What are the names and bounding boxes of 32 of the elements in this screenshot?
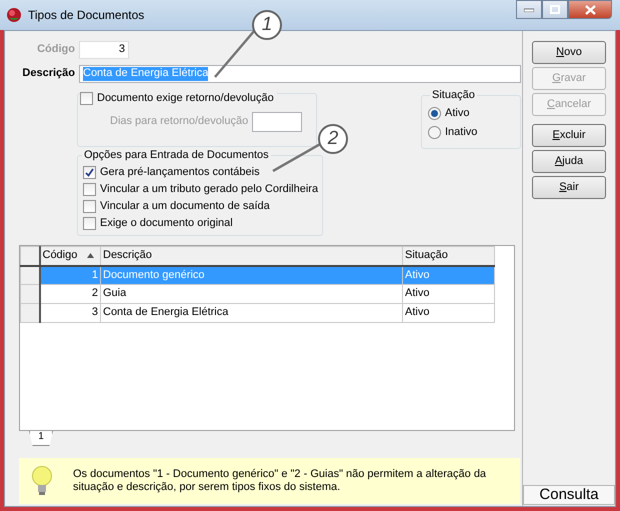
table-cell: Conta de Energia Elétrica	[100, 304, 402, 322]
action-button[interactable]: Sair	[532, 176, 606, 199]
code-label: Código	[36, 43, 75, 57]
table-row[interactable]: 3 Conta de Energia Elétrica Ativo	[20, 304, 494, 322]
column-header[interactable]: Código	[40, 246, 100, 266]
action-button[interactable]: Ajuda	[532, 150, 606, 173]
group-title: Opções para Entrada de Documentos	[82, 149, 271, 162]
checkbox-label: Exige o documento original	[100, 216, 233, 230]
checkbox-label: Vincular a um tributo gerado pelo Cordilheira	[100, 182, 318, 196]
checkbox-label: Vincular a um documento de saída	[100, 200, 270, 214]
radio-label: Ativo	[445, 106, 470, 120]
radio-label: Inativo	[445, 126, 478, 140]
table-cell: 3	[40, 304, 100, 322]
table-cell: 2	[40, 284, 100, 304]
page-tab[interactable]: 1	[29, 431, 53, 446]
group-title: Situação	[430, 89, 477, 102]
table-cell: Ativo	[402, 304, 494, 322]
checkbox-label: Documento exige retorno/devolução	[97, 92, 274, 106]
action-button[interactable]: Excluir	[532, 124, 606, 147]
description-label: Descrição	[21, 67, 75, 81]
table-cell: Guia	[100, 284, 402, 304]
window-title: Tipos de Documentos	[28, 8, 144, 22]
column-header[interactable]: Situação	[402, 246, 494, 266]
table-cell: Ativo	[402, 284, 494, 304]
column-header[interactable]: Descrição	[100, 246, 402, 266]
hint-text: Os documentos "1 - Documento genérico" e "2 - Guias" não permitem a alteração da situação e descrição, por serem tipos fixos do sistema.	[73, 468, 488, 494]
days-label: Dias para retorno/devolução	[110, 115, 248, 129]
table-row[interactable]: 2 Guia Ativo	[20, 284, 494, 304]
action-button[interactable]: Novo	[532, 41, 606, 64]
code-field[interactable]: 3	[79, 41, 129, 59]
status-text: Consulta	[523, 485, 615, 505]
checkbox-label: Gera pré-lançamentos contábeis	[100, 166, 260, 180]
